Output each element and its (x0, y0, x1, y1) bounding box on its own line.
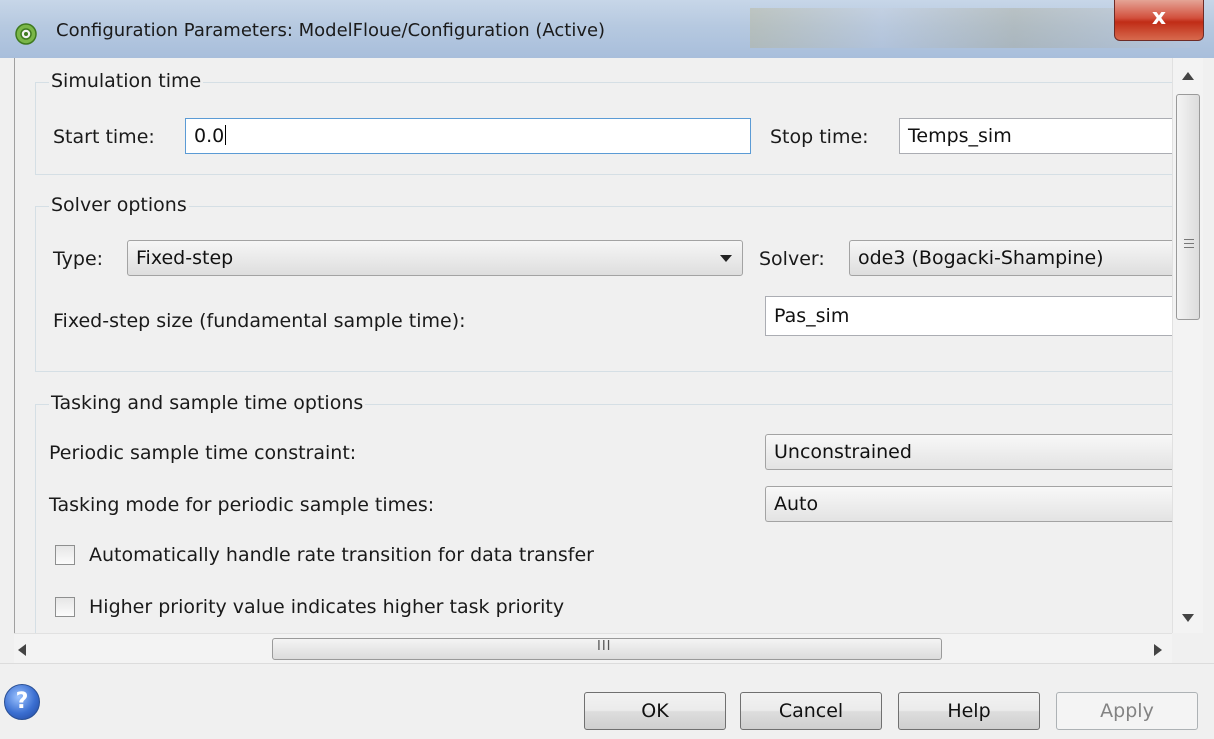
solver-value: ode3 (Bogacki-Shampine) (858, 247, 1104, 269)
fixed-step-size-input[interactable]: Pas_sim (765, 296, 1173, 336)
scroll-right-arrow-icon[interactable] (1154, 644, 1162, 656)
periodic-sample-time-value: Unconstrained (774, 441, 912, 463)
solver-type-dropdown[interactable]: Fixed-step (127, 240, 743, 276)
simulation-time-legend: Simulation time (49, 70, 204, 92)
configuration-dialog: Configuration Parameters: ModelFloue/Con… (0, 0, 1214, 739)
scroll-down-arrow-icon[interactable] (1182, 614, 1194, 622)
tasking-mode-label: Tasking mode for periodic sample times: (49, 494, 435, 516)
help-question-icon[interactable]: ? (4, 684, 40, 720)
tasking-mode-value: Auto (774, 493, 819, 515)
rate-transition-label[interactable]: Automatically handle rate transition for… (89, 544, 594, 566)
fixed-step-size-label: Fixed-step size (fundamental sample time… (53, 310, 466, 332)
higher-priority-label[interactable]: Higher priority value indicates higher t… (89, 596, 564, 618)
tasking-mode-dropdown[interactable]: Auto (765, 486, 1173, 522)
apply-button[interactable]: Apply (1056, 692, 1198, 730)
stop-time-label: Stop time: (770, 126, 869, 148)
title-bar[interactable]: Configuration Parameters: ModelFloue/Con… (0, 0, 1214, 58)
vertical-scroll-thumb[interactable] (1176, 94, 1200, 320)
start-time-label: Start time: (53, 126, 155, 148)
window-title: Configuration Parameters: ModelFloue/Con… (56, 20, 606, 41)
help-button[interactable]: Help (898, 692, 1040, 730)
scrollbar-corner (1172, 633, 1202, 663)
type-label: Type: (53, 248, 104, 270)
simulink-gear-icon (15, 23, 37, 45)
tasking-options-legend: Tasking and sample time options (49, 392, 366, 414)
rate-transition-checkbox[interactable] (55, 545, 75, 565)
cancel-button[interactable]: Cancel (740, 692, 882, 730)
solver-label: Solver: (759, 248, 825, 270)
vertical-scrollbar[interactable] (1172, 58, 1203, 633)
horizontal-scroll-thumb[interactable]: III (272, 638, 942, 660)
config-content-panel: Simulation time Start time: 0.0 Stop tim… (14, 58, 1173, 633)
scroll-up-arrow-icon[interactable] (1182, 72, 1194, 80)
scroll-grip: III (597, 639, 612, 654)
periodic-sample-time-dropdown[interactable]: Unconstrained (765, 434, 1173, 470)
solver-dropdown[interactable]: ode3 (Bogacki-Shampine) (849, 240, 1173, 276)
close-button[interactable]: x (1114, 0, 1204, 41)
periodic-sample-time-label: Periodic sample time constraint: (49, 442, 357, 464)
higher-priority-checkbox[interactable] (55, 597, 75, 617)
start-time-input[interactable]: 0.0 (185, 118, 751, 154)
ok-button[interactable]: OK (584, 692, 726, 730)
scroll-left-arrow-icon[interactable] (18, 644, 26, 656)
solver-type-value: Fixed-step (136, 247, 234, 269)
dropdown-arrow-icon (720, 255, 732, 262)
dialog-button-bar: ? OK Cancel Help Apply (0, 663, 1214, 739)
start-time-value: 0.0 (194, 125, 225, 147)
solver-options-legend: Solver options (49, 194, 189, 216)
horizontal-scrollbar[interactable]: III (14, 633, 1172, 664)
text-caret (225, 125, 227, 145)
stop-time-input[interactable]: Temps_sim (899, 118, 1173, 154)
